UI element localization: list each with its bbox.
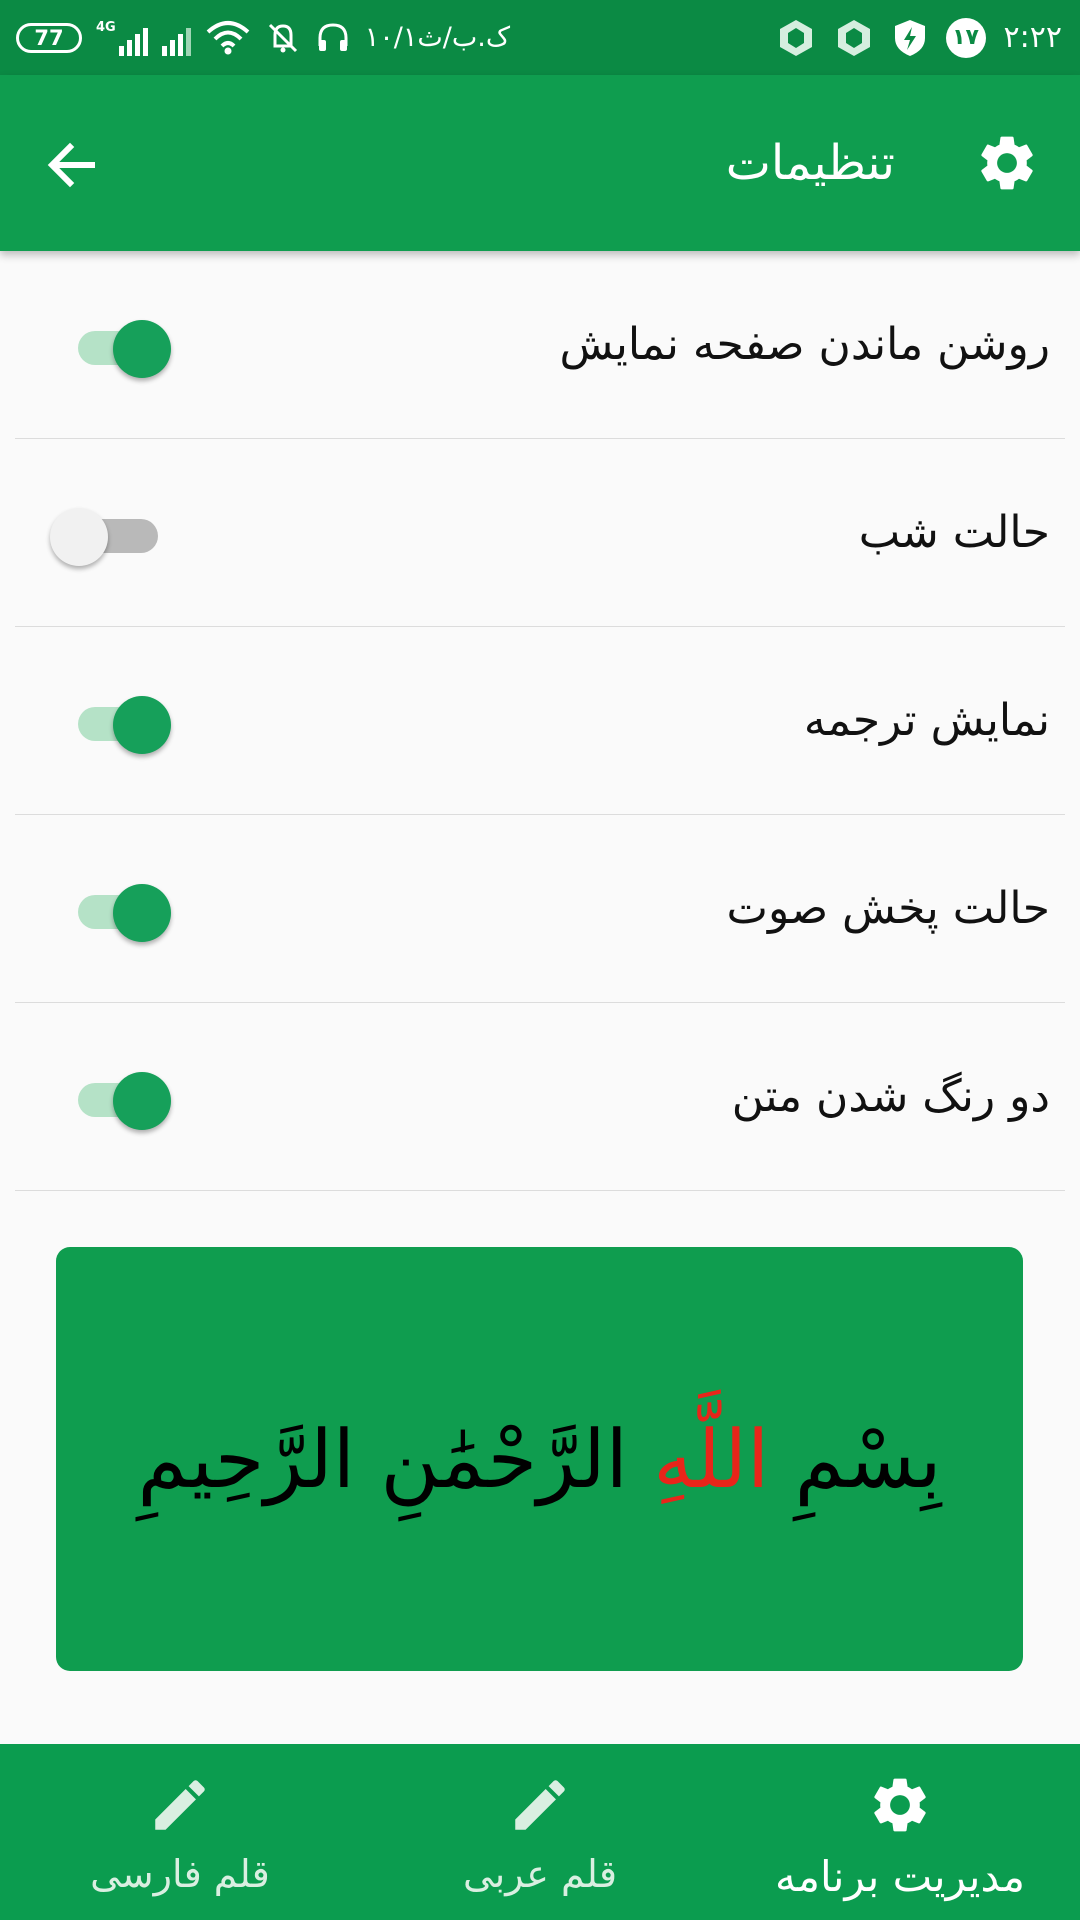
setting-audio-playback[interactable]: حالت پخش صوت xyxy=(15,815,1065,1003)
signal-icon xyxy=(161,20,191,56)
setting-label: نمایش ترجمه xyxy=(803,695,1050,746)
setting-label: حالت پخش صوت xyxy=(726,883,1050,934)
keep-screen-on-toggle[interactable] xyxy=(60,313,171,378)
shield-bolt-icon xyxy=(894,19,925,56)
pencil-icon xyxy=(515,1780,565,1830)
battery-indicator: 77 xyxy=(16,22,82,53)
nav-label: مدیریت برنامه xyxy=(774,1852,1026,1901)
bismillah-text: بِسْمِ اللَّهِ الرَّحْمَٰنِ الرَّحِيمِ xyxy=(137,1413,941,1506)
wifi-icon xyxy=(206,20,250,54)
app-notification-icon xyxy=(779,19,812,56)
setting-label: حالت شب xyxy=(858,507,1050,558)
headphones-icon xyxy=(318,22,348,51)
gear-icon xyxy=(874,1778,926,1832)
show-translation-toggle[interactable] xyxy=(60,689,171,754)
bismillah-part: الرَّحْمَٰنِ الرَّحِيمِ xyxy=(137,1412,654,1506)
setting-show-translation[interactable]: نمایش ترجمه xyxy=(15,627,1065,815)
setting-keep-screen-on[interactable]: روشن ماندن صفحه نمایش xyxy=(15,251,1065,439)
toggle-thumb xyxy=(50,508,108,566)
toggle-thumb xyxy=(113,884,171,942)
back-arrow-icon[interactable] xyxy=(40,133,104,197)
two-color-text-toggle[interactable] xyxy=(60,1065,171,1130)
status-date: ۱۰/۱ک.ب/ث xyxy=(364,22,511,53)
setting-night-mode[interactable]: حالت شب xyxy=(15,439,1065,627)
audio-playback-toggle[interactable] xyxy=(60,877,171,942)
setting-label: دو رنگ شدن متن xyxy=(731,1071,1050,1122)
setting-label: روشن ماندن صفحه نمایش xyxy=(559,319,1051,370)
toggle-thumb xyxy=(113,696,171,754)
bismillah-part: بِسْمِ xyxy=(769,1412,942,1506)
pencil-icon xyxy=(155,1780,205,1830)
bottom-navigation: مدیریت برنامه قلم عربی قلم فارسی xyxy=(0,1744,1080,1920)
nav-arabic-font[interactable]: قلم عربی xyxy=(360,1744,720,1920)
settings-list: روشن ماندن صفحه نمایش حالت شب نمایش ترجم… xyxy=(15,251,1065,1191)
page-title: تنظیمات xyxy=(725,135,895,191)
mute-bell-icon xyxy=(268,23,297,52)
nav-app-management[interactable]: مدیریت برنامه xyxy=(720,1744,1080,1920)
app-notification-icon xyxy=(837,19,870,56)
setting-two-color-text[interactable]: دو رنگ شدن متن xyxy=(15,1003,1065,1191)
status-bar-right: ۱۷ ۲:۲۲ xyxy=(776,0,1062,75)
night-mode-toggle[interactable] xyxy=(50,501,160,566)
status-time: ۲:۲۲ xyxy=(1003,20,1062,55)
app-bar: تنظیمات xyxy=(0,75,1080,251)
nav-label: قلم فارسی xyxy=(90,1852,270,1896)
day-badge: ۱۷ xyxy=(945,17,986,58)
toggle-thumb xyxy=(113,1072,171,1130)
toggle-thumb xyxy=(113,320,171,378)
gear-icon xyxy=(981,136,1033,190)
network-type-label: 4G xyxy=(96,19,116,35)
nav-label: قلم عربی xyxy=(462,1852,617,1896)
bismillah-highlight: اللَّهِ xyxy=(653,1412,770,1506)
status-bar: 77 4G ۱۰/۱ک.ب/ث ۱۷ ۲:۲۲ xyxy=(0,0,1080,75)
signal-4g-icon: 4G xyxy=(96,20,148,56)
text-preview-card: بِسْمِ اللَّهِ الرَّحْمَٰنِ الرَّحِيمِ xyxy=(56,1247,1023,1671)
nav-persian-font[interactable]: قلم فارسی xyxy=(0,1744,360,1920)
status-bar-left: 77 4G ۱۰/۱ک.ب/ث xyxy=(16,0,510,75)
